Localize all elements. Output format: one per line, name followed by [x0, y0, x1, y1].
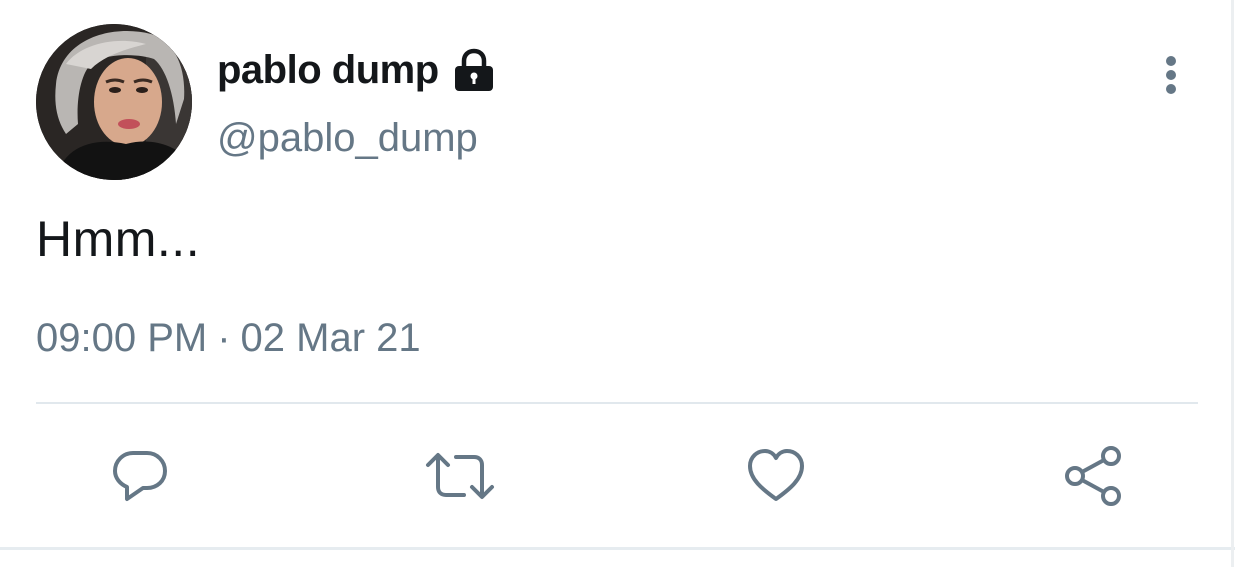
- bottom-border: [0, 547, 1235, 550]
- avatar-image: [36, 24, 192, 180]
- tweet-time: 09:00 PM: [36, 316, 208, 360]
- more-options-button[interactable]: [1150, 50, 1192, 100]
- retweet-button[interactable]: [424, 444, 496, 508]
- like-button[interactable]: [744, 444, 808, 508]
- tweet-date: 02 Mar 21: [240, 316, 421, 360]
- timestamp-separator: ·: [217, 316, 231, 360]
- display-name[interactable]: pablo dump: [217, 48, 439, 93]
- lock-icon: [451, 47, 497, 93]
- tweet-text: Hmm...: [36, 211, 201, 267]
- tweet-timestamp[interactable]: 09:00 PM · 02 Mar 21: [36, 316, 421, 361]
- reply-button[interactable]: [108, 444, 172, 508]
- tweet-card: pablo dump @pablo_dump Hmm... 09:00 PM ·…: [0, 0, 1235, 567]
- share-icon: [1065, 446, 1121, 506]
- name-row: pablo dump: [217, 42, 497, 98]
- heart-icon: [748, 449, 804, 501]
- divider: [36, 402, 1198, 404]
- speech-bubble-icon: [113, 451, 167, 501]
- avatar[interactable]: [36, 24, 192, 180]
- vertical-ellipsis-icon: [1166, 56, 1176, 94]
- user-handle[interactable]: @pablo_dump: [217, 116, 478, 161]
- share-button[interactable]: [1062, 444, 1126, 508]
- right-edge: [1231, 0, 1234, 567]
- retweet-icon: [426, 453, 494, 499]
